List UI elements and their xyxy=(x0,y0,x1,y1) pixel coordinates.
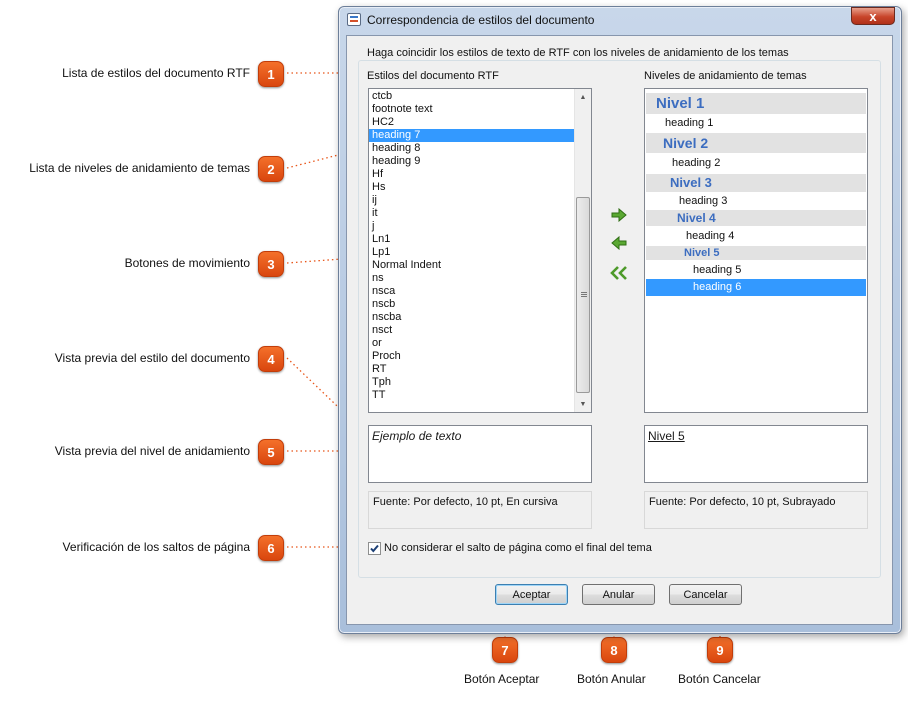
rtf-style-item[interactable]: it xyxy=(369,207,575,220)
nesting-heading-item[interactable]: heading 6 xyxy=(646,279,866,296)
callout-1-badge: 1 xyxy=(258,61,284,87)
level-preview-box: Nivel 5 xyxy=(644,425,868,483)
rtf-style-item[interactable]: RT xyxy=(369,363,575,376)
rtf-style-item[interactable]: nscb xyxy=(369,298,575,311)
scroll-up-icon[interactable]: ▲ xyxy=(575,89,591,105)
nesting-list-label: Niveles de anidamiento de temas xyxy=(644,70,807,82)
rtf-style-item[interactable]: Ln1 xyxy=(369,233,575,246)
rtf-style-item[interactable]: or xyxy=(369,337,575,350)
rtf-style-item[interactable]: nsca xyxy=(369,285,575,298)
double-chevron-left-icon xyxy=(610,266,627,280)
callout-3-label: Botones de movimiento xyxy=(124,256,250,270)
rtf-style-item[interactable]: ns xyxy=(369,272,575,285)
scroll-thumb[interactable] xyxy=(576,197,590,393)
rtf-style-item[interactable]: ctcb xyxy=(369,90,575,103)
move-right-button[interactable] xyxy=(609,206,629,224)
rtf-style-item[interactable]: HC2 xyxy=(369,116,575,129)
arrow-right-icon xyxy=(611,208,627,222)
callout-8-label: Botón Anular xyxy=(577,672,646,686)
callout-6-label: Verificación de los saltos de página xyxy=(62,540,250,554)
nesting-heading-item[interactable]: heading 2 xyxy=(646,155,866,171)
rtf-style-item[interactable]: heading 7 xyxy=(369,129,575,142)
rtf-style-item[interactable]: footnote text xyxy=(369,103,575,116)
style-preview-text: Ejemplo de texto xyxy=(372,429,462,443)
style-font-info: Fuente: Por defecto, 10 pt, En cursiva xyxy=(368,491,592,529)
callout-4-badge: 4 xyxy=(258,346,284,372)
rtf-style-item[interactable]: Hs xyxy=(369,181,575,194)
rtf-style-item[interactable]: Normal Indent xyxy=(369,259,575,272)
callout-2-label: Lista de niveles de anidamiento de temas xyxy=(29,161,250,175)
group-caption: Haga coincidir los estilos de texto de R… xyxy=(365,47,791,59)
callout-5-label: Vista previa del nivel de anidamiento xyxy=(54,444,250,458)
close-icon: x xyxy=(869,8,877,24)
reset-button[interactable]: Anular xyxy=(582,584,655,605)
checkmark-icon xyxy=(370,544,379,553)
rtf-style-item[interactable]: Lp1 xyxy=(369,246,575,259)
scroll-down-icon[interactable]: ▼ xyxy=(575,396,591,412)
nesting-levels-list[interactable]: Nivel 1 heading 1 Nivel 2 heading 2 Nivel 3h… xyxy=(644,88,868,413)
rtf-style-item[interactable]: j xyxy=(369,220,575,233)
page-break-checkbox-label[interactable]: No considerar el salto de página como el… xyxy=(384,542,652,554)
dialog-app-icon xyxy=(347,13,361,26)
callout-1-label: Lista de estilos del documento RTF xyxy=(62,66,250,80)
page-break-checkbox[interactable] xyxy=(368,542,381,555)
rtf-style-item[interactable]: TT xyxy=(369,389,575,402)
callout-8-badge: 8 xyxy=(601,637,627,663)
rtf-style-item[interactable]: Tph xyxy=(369,376,575,389)
arrow-left-icon xyxy=(611,236,627,250)
rtf-styles-list[interactable]: ctcb footnote text HC2 heading 7 heading 8 he… xyxy=(368,88,592,413)
rtf-style-item[interactable]: Proch xyxy=(369,350,575,363)
nesting-heading-item[interactable]: heading 5 xyxy=(646,262,866,278)
rtf-style-item[interactable]: nscba xyxy=(369,311,575,324)
callout-5-badge: 5 xyxy=(258,439,284,465)
nesting-heading-item[interactable]: heading 4 xyxy=(646,228,866,244)
nesting-level-item[interactable]: Nivel 1 xyxy=(646,93,866,114)
title-bar[interactable]: Correspondencia de estilos del documento… xyxy=(339,7,901,33)
nesting-level-item[interactable]: Nivel 4 xyxy=(646,210,866,226)
callout-7-label: Botón Aceptar xyxy=(464,672,540,686)
callout-2-badge: 2 xyxy=(258,156,284,182)
rtf-list-label: Estilos del documento RTF xyxy=(367,70,499,82)
level-font-info: Fuente: Por defecto, 10 pt, Subrayado xyxy=(644,491,868,529)
rtf-style-item[interactable]: heading 8 xyxy=(369,142,575,155)
callout-9-badge: 9 xyxy=(707,637,733,663)
rtf-style-item[interactable]: ij xyxy=(369,194,575,207)
dialog-client-area: Haga coincidir los estilos de texto de R… xyxy=(346,35,893,625)
rtf-list-scrollbar[interactable]: ▲ ▼ xyxy=(574,89,591,412)
nesting-level-item[interactable]: Nivel 2 xyxy=(646,133,866,153)
callout-4-label: Vista previa del estilo del documento xyxy=(54,351,250,365)
callout-7-badge: 7 xyxy=(492,637,518,663)
cancel-button[interactable]: Cancelar xyxy=(669,584,742,605)
nesting-heading-item[interactable]: heading 1 xyxy=(646,115,866,131)
style-preview-box: Ejemplo de texto xyxy=(368,425,592,483)
callout-9-label: Botón Cancelar xyxy=(678,672,761,686)
rtf-style-item[interactable]: nsct xyxy=(369,324,575,337)
close-button[interactable]: x xyxy=(851,7,895,25)
callout-6-badge: 6 xyxy=(258,535,284,561)
rtf-style-item[interactable]: heading 9 xyxy=(369,155,575,168)
style-mapping-dialog: Correspondencia de estilos del documento… xyxy=(338,6,902,634)
level-preview-text: Nivel 5 xyxy=(648,429,685,443)
callout-3-badge: 3 xyxy=(258,251,284,277)
dialog-title: Correspondencia de estilos del documento xyxy=(367,13,595,27)
nesting-heading-item[interactable]: heading 3 xyxy=(646,193,866,209)
move-all-left-button[interactable] xyxy=(609,264,629,282)
rtf-style-item[interactable]: Hf xyxy=(369,168,575,181)
nesting-level-item[interactable]: Nivel 3 xyxy=(646,174,866,192)
ok-button[interactable]: Aceptar xyxy=(495,584,568,605)
nesting-level-item[interactable]: Nivel 5 xyxy=(646,246,866,260)
move-left-button[interactable] xyxy=(609,234,629,252)
